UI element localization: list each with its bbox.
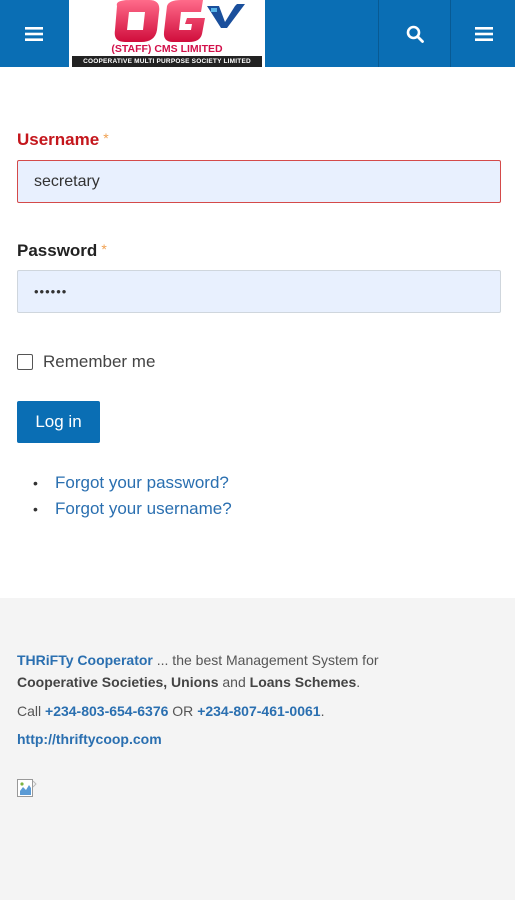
sidebar-toggle-button[interactable] — [0, 0, 67, 67]
search-button[interactable] — [378, 0, 451, 67]
required-marker: * — [103, 130, 109, 146]
footer-loans: Loans Schemes — [249, 674, 357, 690]
password-label-text: Password — [17, 241, 98, 260]
hamburger-icon — [24, 26, 43, 41]
call-prefix: Call — [17, 703, 46, 719]
search-icon — [406, 25, 424, 43]
main-menu-button[interactable] — [450, 0, 515, 67]
site-logo[interactable]: (STAFF) CMS LIMITED COOPERATIVE MULTI PU… — [69, 0, 265, 67]
footer-brand-link[interactable]: THRiFTy Cooperator — [17, 652, 153, 668]
footer-line2: Cooperative Societies, Unions and Loans … — [17, 674, 360, 690]
remember-checkbox[interactable] — [17, 354, 33, 370]
hamburger-icon — [474, 26, 493, 41]
password-label: Password * — [17, 241, 107, 261]
footer-and: and — [218, 674, 250, 690]
username-value: secretary — [34, 173, 100, 190]
logo-mark — [114, 0, 245, 42]
remember-me[interactable]: Remember me — [17, 350, 155, 374]
top-navbar: (STAFF) CMS LIMITED COOPERATIVE MULTI PU… — [0, 0, 515, 67]
footer-tagline: THRiFTy Cooperator ... the best Manageme… — [17, 652, 379, 668]
help-links: Forgot your password? Forgot your userna… — [17, 471, 232, 523]
footer-societies: Cooperative Societies, Unions — [17, 674, 219, 690]
logo-subtitle: (STAFF) CMS LIMITED — [111, 43, 223, 55]
phone-link-2[interactable]: +234-807-461-0061 — [197, 703, 320, 719]
forgot-password-link[interactable]: Forgot your password? — [55, 473, 229, 492]
remember-label: Remember me — [43, 352, 156, 371]
phone-link-1[interactable]: +234-803-654-6376 — [45, 703, 168, 719]
username-label: Username * — [17, 130, 109, 150]
list-item: Forgot your username? — [17, 497, 232, 523]
call-or: OR — [168, 703, 198, 719]
call-dot: . — [320, 703, 325, 719]
page-footer: THRiFTy Cooperator ... the best Manageme… — [0, 598, 515, 900]
password-field[interactable]: •••••• — [17, 270, 501, 313]
forgot-username-link[interactable]: Forgot your username? — [55, 499, 232, 518]
broken-image-icon — [17, 779, 37, 797]
website-link[interactable]: http://thriftycoop.com — [17, 731, 162, 747]
logo-strip: COOPERATIVE MULTI PURPOSE SOCIETY LIMITE… — [72, 56, 262, 67]
footer-url: http://thriftycoop.com — [17, 731, 162, 747]
footer-tagline-text: ... the best Management System for — [152, 652, 379, 668]
footer-dot: . — [356, 674, 361, 690]
password-value: •••••• — [34, 284, 68, 299]
list-item: Forgot your password? — [17, 471, 232, 497]
username-label-text: Username — [17, 130, 100, 149]
required-marker: * — [101, 241, 107, 257]
footer-call: Call +234-803-654-6376 OR +234-807-461-0… — [17, 703, 324, 719]
username-field[interactable]: secretary — [17, 160, 501, 203]
login-button[interactable]: Log in — [17, 401, 100, 443]
